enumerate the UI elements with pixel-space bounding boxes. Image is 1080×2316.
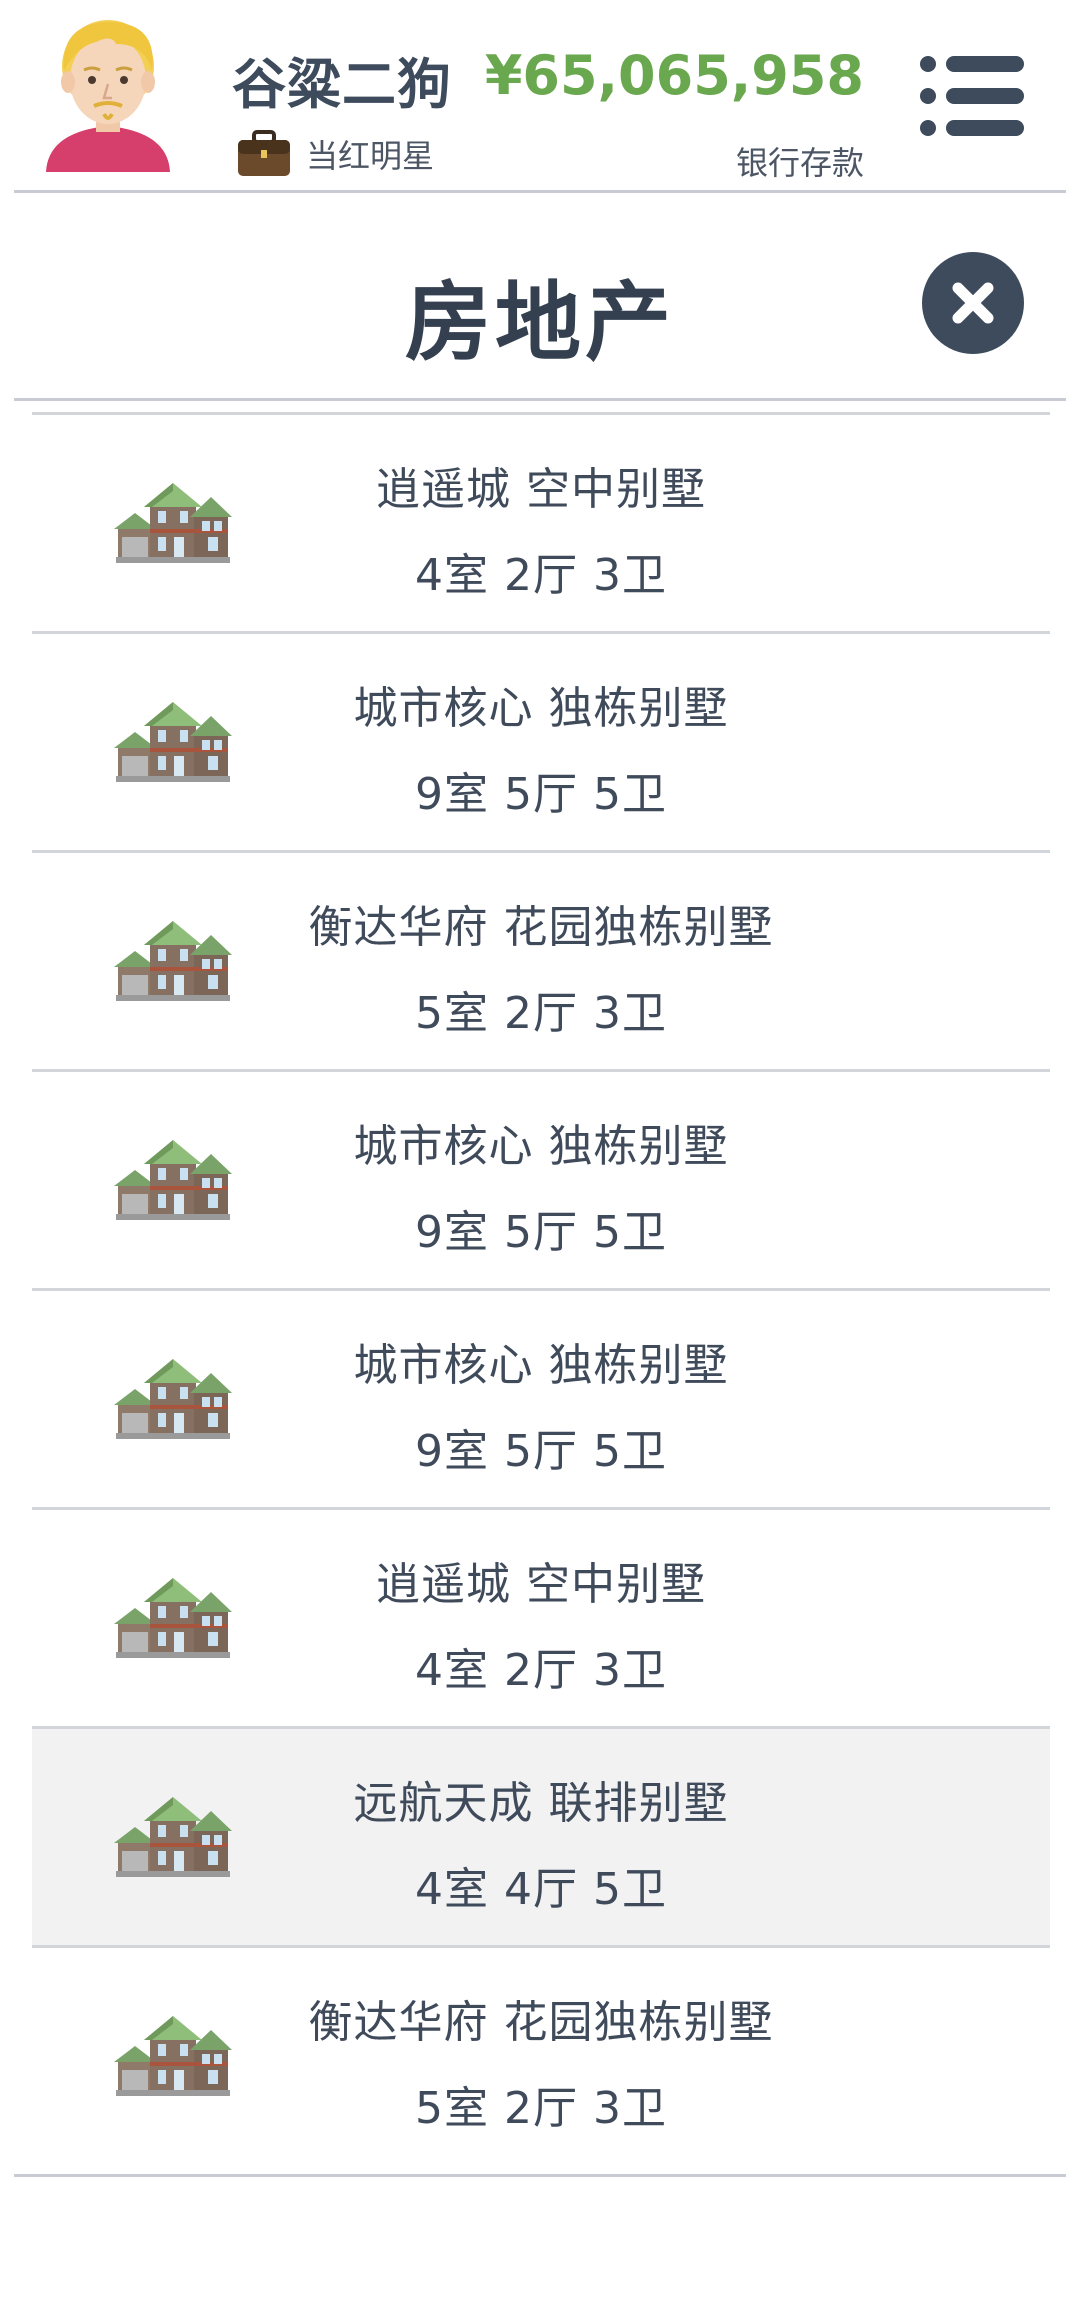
menu-list-icon[interactable] <box>918 54 1026 138</box>
property-name: 城市核心 独栋别墅 <box>353 1340 729 1391</box>
property-row-8[interactable]: 衡达华府 花园独栋别墅 5室 2厅 3卫 <box>32 1948 1050 2145</box>
player-avatar[interactable] <box>38 14 178 174</box>
property-layout: 9室 5厅 5卫 <box>415 1207 667 1258</box>
property-name: 逍遥城 空中别墅 <box>376 464 706 515</box>
property-name: 衡达华府 花园独栋别墅 <box>308 1997 774 2048</box>
property-name: 城市核心 独栋别墅 <box>353 1121 729 1172</box>
list-bottom-divider <box>14 2174 1066 2177</box>
briefcase-icon <box>238 130 290 176</box>
bank-balance-label: 银行存款 <box>735 144 864 182</box>
bank-balance: ¥65,065,958 <box>484 44 864 107</box>
property-layout: 9室 5厅 5卫 <box>415 1426 667 1477</box>
property-layout: 9室 5厅 5卫 <box>415 769 667 820</box>
property-layout: 4室 2厅 3卫 <box>415 550 667 601</box>
title-divider <box>14 398 1066 401</box>
property-row-1[interactable]: 逍遥城 空中别墅 4室 2厅 3卫 <box>32 415 1050 634</box>
property-row-6[interactable]: 逍遥城 空中别墅 4室 2厅 3卫 <box>32 1510 1050 1729</box>
property-name: 逍遥城 空中别墅 <box>376 1559 706 1610</box>
property-name: 远航天成 联排别墅 <box>353 1778 729 1829</box>
close-button[interactable] <box>922 252 1024 354</box>
property-name: 衡达华府 花园独栋别墅 <box>308 902 774 953</box>
property-row-4[interactable]: 城市核心 独栋别墅 9室 5厅 5卫 <box>32 1072 1050 1291</box>
player-name: 谷粱二狗 <box>232 53 452 116</box>
property-name: 城市核心 独栋别墅 <box>353 683 729 734</box>
job-title: 当红明星 <box>306 137 435 175</box>
property-row-5[interactable]: 城市核心 独栋别墅 9室 5厅 5卫 <box>32 1291 1050 1510</box>
status-header: 谷粱二狗 当红明星 ¥65,065,958 银行存款 <box>0 0 1080 190</box>
page-title: 房地产 <box>405 273 675 373</box>
property-row-7[interactable]: 远航天成 联排别墅 4室 4厅 5卫 <box>32 1729 1050 1948</box>
property-layout: 4室 4厅 5卫 <box>415 1864 667 1915</box>
property-layout: 4室 2厅 3卫 <box>415 1645 667 1696</box>
property-layout: 5室 2厅 3卫 <box>415 988 667 1039</box>
job-status: 当红明星 <box>236 130 434 178</box>
property-row-3[interactable]: 衡达华府 花园独栋别墅 5室 2厅 3卫 <box>32 853 1050 1072</box>
close-icon <box>952 282 994 324</box>
header-divider <box>14 190 1066 193</box>
property-layout: 5室 2厅 3卫 <box>415 2083 667 2134</box>
property-list[interactable]: 逍遥城 空中别墅 4室 2厅 3卫 城市核心 独栋别墅 9室 5厅 5卫 衡达华… <box>32 412 1050 2145</box>
property-row-2[interactable]: 城市核心 独栋别墅 9室 5厅 5卫 <box>32 634 1050 853</box>
real-estate-screen: 谷粱二狗 当红明星 ¥65,065,958 银行存款 房地产 逍遥城 空中别墅 … <box>0 0 1080 2316</box>
